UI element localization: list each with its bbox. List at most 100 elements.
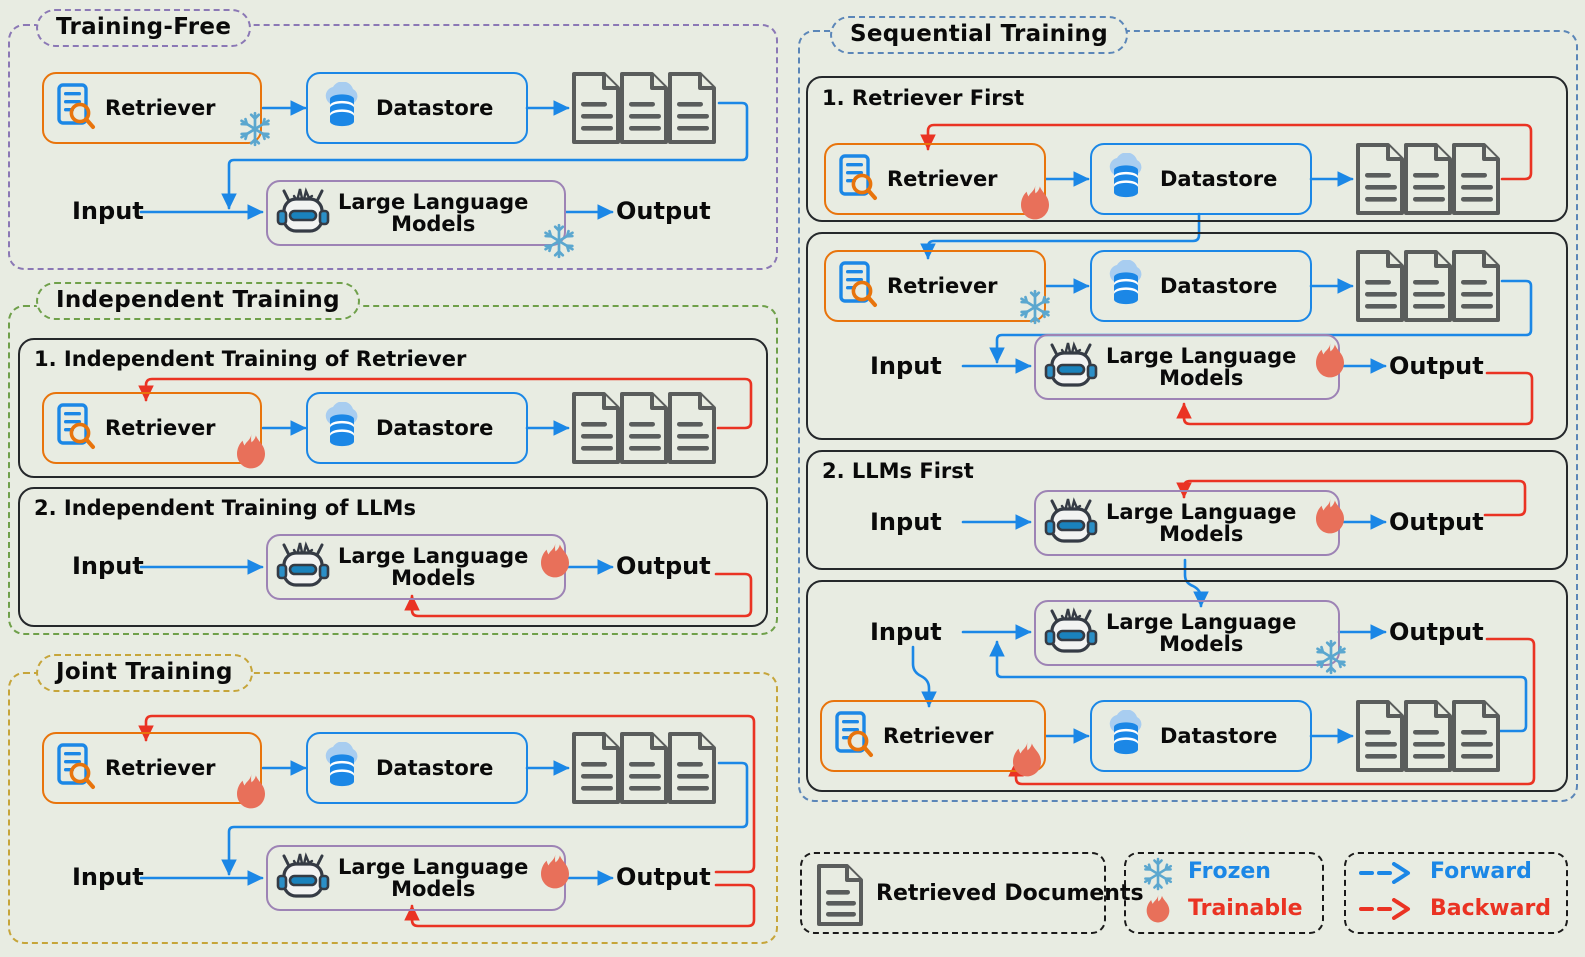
llm-label-line1: Large Language (338, 854, 529, 879)
retriever-label: Retriever (887, 273, 998, 298)
datastore-icon (318, 401, 368, 454)
llm-block-training-free[interactable]: Large Language Models (266, 180, 566, 246)
retrieved-documents-seq1a (1354, 141, 1502, 221)
output-label-joint: Output (616, 863, 711, 891)
flame-icon (538, 541, 572, 587)
retrieved-documents-independent (570, 390, 718, 470)
llm-label-line2: Models (1159, 522, 1244, 546)
datastore-icon (318, 81, 368, 134)
datastore-icon (1102, 709, 1152, 762)
forward-arrow-icon (1359, 862, 1410, 884)
input-label-training-free: Input (72, 197, 144, 225)
datastore-icon (1102, 152, 1152, 205)
llm-block-independent[interactable]: Large Language Models (266, 534, 566, 600)
legend-trainable-label: Trainable (1188, 896, 1303, 921)
llm-label-line2: Models (391, 212, 476, 236)
llm-block-joint[interactable]: Large Language Models (266, 845, 566, 911)
llm-label: Large Language Models (1106, 501, 1296, 545)
retriever-block-seq1a[interactable]: Retriever (824, 143, 1046, 215)
output-label-seq2a: Output (1389, 508, 1484, 536)
flame-icon (234, 432, 268, 478)
robot-icon (276, 185, 330, 241)
legend-document-icon (815, 862, 867, 932)
llm-label: Large Language Models (338, 191, 528, 235)
llm-block-seq2a[interactable]: Large Language Models (1034, 490, 1340, 556)
llm-block-seq1b[interactable]: Large Language Models (1034, 334, 1340, 400)
datastore-label: Datastore (376, 95, 494, 120)
frozen-icon (1312, 638, 1350, 680)
datastore-block-seq2b[interactable]: Datastore (1090, 700, 1312, 772)
retriever-icon (835, 260, 879, 312)
llm-block-seq2b[interactable]: Large Language Models (1034, 600, 1340, 666)
backward-arrow-icon (1359, 898, 1410, 920)
input-label-seq2b: Input (870, 618, 942, 646)
datastore-block-seq1a[interactable]: Datastore (1090, 143, 1312, 215)
retrieved-documents-seq1b (1354, 248, 1502, 328)
retriever-label: Retriever (105, 415, 216, 440)
subpanel-title-retriever-first: 1. Retriever First (822, 86, 1025, 110)
llm-label-line1: Large Language (1106, 609, 1297, 634)
robot-icon (276, 850, 330, 906)
datastore-block-independent[interactable]: Datastore (306, 392, 528, 464)
llm-label: Large Language Models (338, 545, 528, 589)
llm-label-line2: Models (1159, 632, 1244, 656)
llm-label: Large Language Models (1106, 345, 1296, 389)
retriever-icon (53, 402, 97, 454)
retriever-icon (831, 710, 875, 762)
panel-title-joint-training: Joint Training (36, 654, 253, 692)
frozen-icon (540, 222, 578, 264)
retriever-block-independent[interactable]: Retriever (42, 392, 262, 464)
retrieved-documents-training-free (570, 70, 718, 150)
output-label-seq2b: Output (1389, 618, 1484, 646)
retriever-label: Retriever (105, 755, 216, 780)
datastore-label: Datastore (1160, 723, 1278, 748)
robot-icon (1044, 495, 1098, 551)
llm-label: Large Language Models (338, 856, 528, 900)
datastore-block-training-free[interactable]: Datastore (306, 72, 528, 144)
retriever-label: Retriever (105, 95, 216, 120)
subpanel-title-independent-retriever: 1. Independent Training of Retriever (34, 347, 467, 371)
llm-label-line1: Large Language (1106, 343, 1297, 368)
input-label-joint: Input (72, 863, 144, 891)
datastore-icon (1102, 259, 1152, 312)
llm-label-line1: Large Language (1106, 499, 1297, 524)
robot-icon (276, 539, 330, 595)
retrieved-documents-joint (570, 730, 718, 810)
output-label-independent: Output (616, 552, 711, 580)
subpanel-title-independent-llms: 2. Independent Training of LLMs (34, 496, 416, 520)
robot-icon (1044, 605, 1098, 661)
flame-icon (234, 772, 268, 818)
llm-label-line1: Large Language (338, 189, 529, 214)
llm-label: Large Language Models (1106, 611, 1296, 655)
retriever-label: Retriever (887, 166, 998, 191)
input-label-independent: Input (72, 552, 144, 580)
datastore-label: Datastore (376, 415, 494, 440)
input-label-seq2a: Input (870, 508, 942, 536)
retriever-label: Retriever (883, 723, 994, 748)
output-label-seq1b: Output (1389, 352, 1484, 380)
retriever-block-seq1b[interactable]: Retriever (824, 250, 1046, 322)
retriever-icon (53, 742, 97, 794)
output-label-training-free: Output (616, 197, 711, 225)
datastore-label: Datastore (376, 755, 494, 780)
robot-icon (1044, 339, 1098, 395)
retriever-block-joint[interactable]: Retriever (42, 732, 262, 804)
datastore-icon (318, 741, 368, 794)
diagram-canvas: Training-Free Retriever Datastore Input … (0, 0, 1585, 957)
legend-documents-label: Retrieved Documents (876, 881, 1144, 906)
flame-icon (1313, 497, 1347, 543)
datastore-block-seq1b[interactable]: Datastore (1090, 250, 1312, 322)
legend-backward-label: Backward (1430, 896, 1552, 921)
flame-icon (1144, 893, 1172, 931)
flame-icon (1010, 740, 1044, 786)
retriever-block-training-free[interactable]: Retriever (42, 72, 262, 144)
datastore-label: Datastore (1160, 166, 1278, 191)
datastore-block-joint[interactable]: Datastore (306, 732, 528, 804)
legend-frozen-label: Frozen (1188, 859, 1271, 884)
panel-title-independent-training: Independent Training (36, 282, 360, 320)
panel-title-sequential-training: Sequential Training (830, 16, 1128, 54)
frozen-icon (236, 110, 274, 152)
panel-title-training-free: Training-Free (36, 9, 252, 47)
subpanel-title-llms-first: 2. LLMs First (822, 459, 974, 483)
llm-label-line2: Models (1159, 366, 1244, 390)
